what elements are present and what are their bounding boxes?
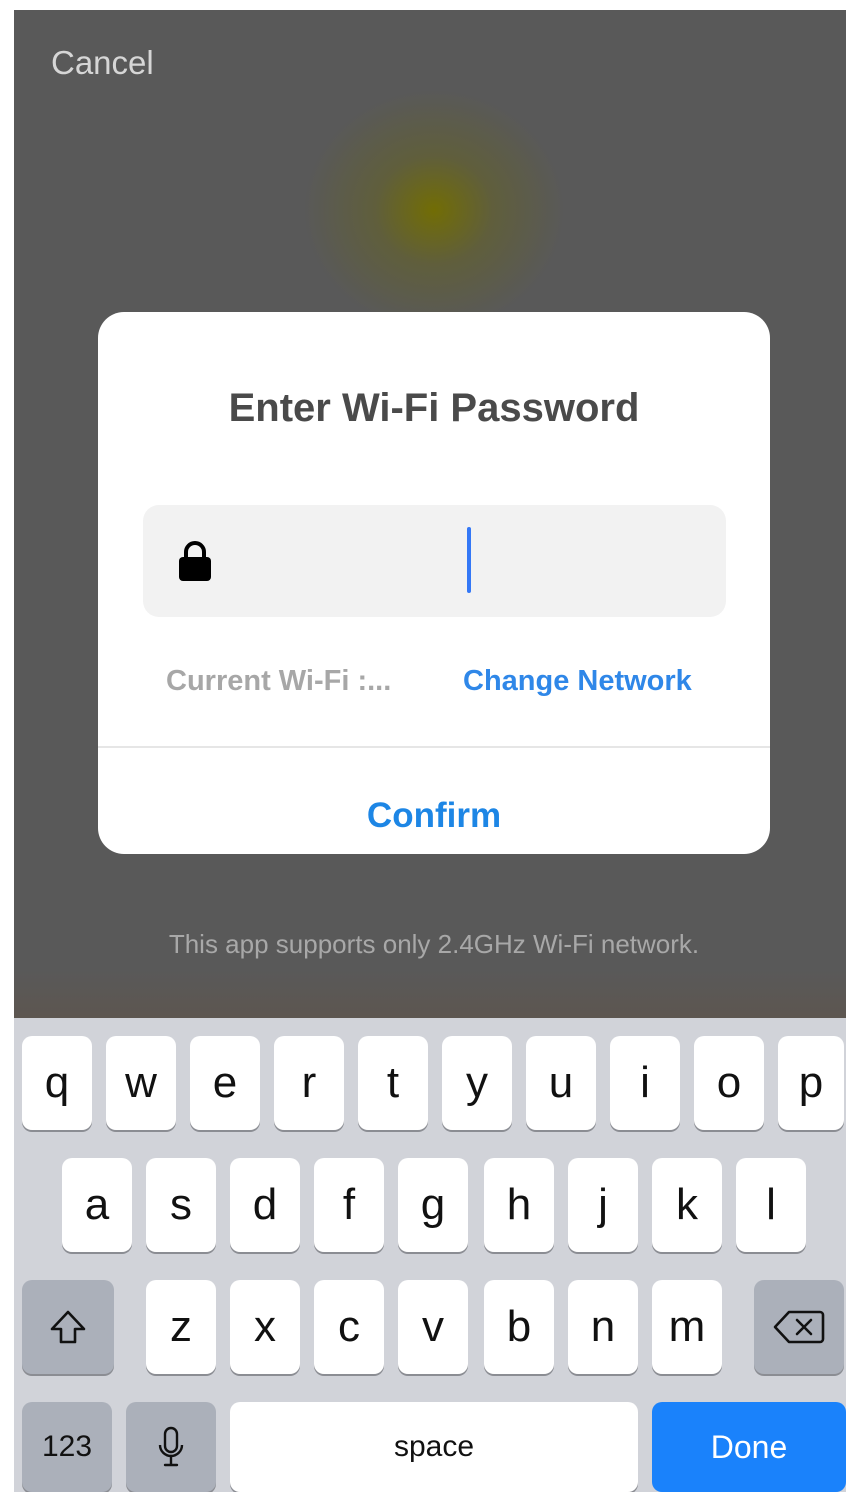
key-t[interactable]: t	[358, 1036, 428, 1130]
key-r[interactable]: r	[274, 1036, 344, 1130]
key-i[interactable]: i	[610, 1036, 680, 1130]
key-f[interactable]: f	[314, 1158, 384, 1252]
screen: Cancel Enter Wi-Fi Password Current Wi-F…	[14, 10, 846, 1492]
text-caret	[467, 527, 471, 593]
key-v[interactable]: v	[398, 1280, 468, 1374]
dictation-key[interactable]	[126, 1402, 216, 1492]
key-n[interactable]: n	[568, 1280, 638, 1374]
key-x[interactable]: x	[230, 1280, 300, 1374]
key-j[interactable]: j	[568, 1158, 638, 1252]
confirm-button[interactable]: Confirm	[98, 748, 770, 854]
change-network-link[interactable]: Change Network	[463, 665, 692, 698]
key-b[interactable]: b	[484, 1280, 554, 1374]
key-g[interactable]: g	[398, 1158, 468, 1252]
key-y[interactable]: y	[442, 1036, 512, 1130]
cancel-button[interactable]: Cancel	[51, 44, 154, 82]
password-input[interactable]	[143, 505, 726, 617]
shift-key[interactable]	[22, 1280, 114, 1374]
key-l[interactable]: l	[736, 1158, 806, 1252]
microphone-icon	[158, 1426, 184, 1467]
space-key[interactable]: space	[230, 1402, 638, 1492]
backdrop-glow	[14, 970, 846, 1018]
key-k[interactable]: k	[652, 1158, 722, 1252]
support-note: This app supports only 2.4GHz Wi-Fi netw…	[168, 929, 700, 959]
lock-icon	[179, 541, 211, 581]
key-u[interactable]: u	[526, 1036, 596, 1130]
key-p[interactable]: p	[778, 1036, 844, 1130]
key-q[interactable]: q	[22, 1036, 92, 1130]
wifi-password-dialog: Enter Wi-Fi Password Current Wi-Fi :... …	[98, 312, 770, 854]
key-s[interactable]: s	[146, 1158, 216, 1252]
key-c[interactable]: c	[314, 1280, 384, 1374]
key-h[interactable]: h	[484, 1158, 554, 1252]
key-a[interactable]: a	[62, 1158, 132, 1252]
current-wifi-label: Current Wi-Fi :...	[166, 665, 392, 697]
delete-key[interactable]	[754, 1280, 844, 1374]
key-z[interactable]: z	[146, 1280, 216, 1374]
key-d[interactable]: d	[230, 1158, 300, 1252]
key-m[interactable]: m	[652, 1280, 722, 1374]
delete-icon	[773, 1310, 825, 1344]
key-e[interactable]: e	[190, 1036, 260, 1130]
dialog-title: Enter Wi-Fi Password	[228, 386, 640, 430]
key-w[interactable]: w	[106, 1036, 176, 1130]
shift-icon	[50, 1310, 86, 1344]
numbers-key[interactable]: 123	[22, 1402, 112, 1492]
done-key[interactable]: Done	[652, 1402, 846, 1492]
key-o[interactable]: o	[694, 1036, 764, 1130]
keyboard: q w e r t y u i o p a s d f g h j k l z …	[14, 1018, 846, 1492]
